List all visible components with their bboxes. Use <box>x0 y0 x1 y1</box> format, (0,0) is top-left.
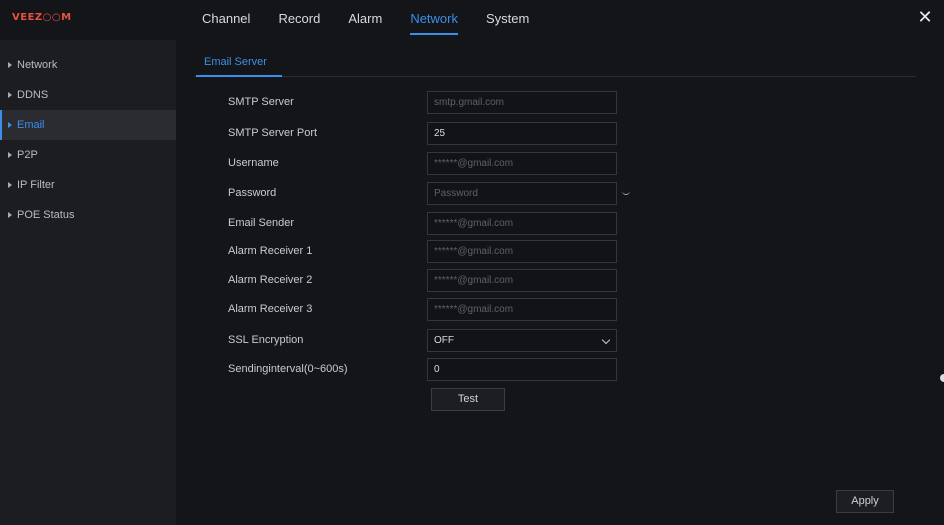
caret-right-icon <box>8 182 12 188</box>
sidebar-item-label: DDNS <box>17 89 49 101</box>
smtp-port-input[interactable]: 25 <box>427 122 617 145</box>
alarm-receiver-2-input[interactable]: ******@gmail.com <box>427 269 617 292</box>
alarm-receiver-2-label: Alarm Receiver 2 <box>228 274 313 286</box>
alarm-receiver-1-label: Alarm Receiver 1 <box>228 245 313 257</box>
email-settings-panel: Email Server SMTP Server smtp.gmail.com … <box>176 40 944 525</box>
sidebar-item-poe-status[interactable]: POE Status <box>0 200 176 230</box>
sidebar: Network DDNS Email P2P IP Filter POE Sta… <box>0 40 176 525</box>
sidebar-item-ddns[interactable]: DDNS <box>0 80 176 110</box>
smtp-port-label: SMTP Server Port <box>228 127 318 139</box>
close-icon[interactable]: ✕ <box>916 8 934 26</box>
tab-alarm[interactable]: Alarm <box>348 0 382 40</box>
sidebar-item-p2p[interactable]: P2P <box>0 140 176 170</box>
alarm-receiver-1-row: Alarm Receiver 1 ******@gmail.com <box>176 240 944 264</box>
tab-network[interactable]: Network <box>410 0 458 40</box>
password-label: Password <box>228 187 277 199</box>
test-button[interactable]: Test <box>431 388 505 411</box>
caret-right-icon <box>8 212 12 218</box>
subtab-active-indicator <box>196 75 282 77</box>
sidebar-item-label: IP Filter <box>17 179 55 191</box>
alarm-receiver-3-label: Alarm Receiver 3 <box>228 303 313 315</box>
apply-button[interactable]: Apply <box>836 490 894 513</box>
sidebar-item-label: Email <box>17 119 45 131</box>
smtp-server-input[interactable]: smtp.gmail.com <box>427 91 617 114</box>
caret-right-icon <box>8 92 12 98</box>
tab-system[interactable]: System <box>486 0 529 40</box>
sidebar-item-ip-filter[interactable]: IP Filter <box>0 170 176 200</box>
ssl-encryption-select[interactable]: OFF <box>427 329 617 352</box>
alarm-receiver-3-row: Alarm Receiver 3 ******@gmail.com <box>176 298 944 322</box>
alarm-receiver-3-input[interactable]: ******@gmail.com <box>427 298 617 321</box>
ssl-encryption-value: OFF <box>434 335 454 346</box>
username-row: Username ******@gmail.com <box>176 152 944 176</box>
main-nav-tabs: Channel Record Alarm Network System <box>202 0 557 40</box>
sending-interval-input[interactable]: 0 <box>427 358 617 381</box>
sending-interval-label: Sendinginterval(0~600s) <box>228 363 348 375</box>
sidebar-item-network[interactable]: Network <box>0 50 176 80</box>
ssl-encryption-label: SSL Encryption <box>228 334 304 346</box>
tab-email-server[interactable]: Email Server <box>204 56 267 68</box>
password-row: Password Password <box>176 182 944 206</box>
sidebar-item-label: Network <box>17 59 58 71</box>
ssl-encryption-row: SSL Encryption OFF <box>176 329 944 353</box>
brand-logo: VEEZ○○M <box>12 12 72 23</box>
sending-interval-row: Sendinginterval(0~600s) 0 <box>176 358 944 382</box>
top-bar: VEEZ○○M Channel Record Alarm Network Sys… <box>0 0 944 40</box>
smtp-server-row: SMTP Server smtp.gmail.com <box>176 91 944 115</box>
email-sender-label: Email Sender <box>228 217 295 229</box>
show-password-icon[interactable] <box>622 190 630 195</box>
smtp-server-label: SMTP Server <box>228 96 294 108</box>
chevron-down-icon <box>601 335 611 345</box>
side-handle[interactable] <box>940 374 944 382</box>
tab-channel[interactable]: Channel <box>202 0 250 40</box>
caret-right-icon <box>8 122 12 128</box>
username-label: Username <box>228 157 279 169</box>
tab-record[interactable]: Record <box>278 0 320 40</box>
email-sender-row: Email Sender ******@gmail.com <box>176 212 944 236</box>
alarm-receiver-2-row: Alarm Receiver 2 ******@gmail.com <box>176 269 944 293</box>
sidebar-item-email[interactable]: Email <box>0 110 176 140</box>
caret-right-icon <box>8 152 12 158</box>
sidebar-item-label: P2P <box>17 149 38 161</box>
smtp-port-row: SMTP Server Port 25 <box>176 122 944 146</box>
subtab-divider <box>194 76 916 77</box>
caret-right-icon <box>8 62 12 68</box>
username-input[interactable]: ******@gmail.com <box>427 152 617 175</box>
email-sender-input[interactable]: ******@gmail.com <box>427 212 617 235</box>
sidebar-item-label: POE Status <box>17 209 75 221</box>
password-input[interactable]: Password <box>427 182 617 205</box>
alarm-receiver-1-input[interactable]: ******@gmail.com <box>427 240 617 263</box>
